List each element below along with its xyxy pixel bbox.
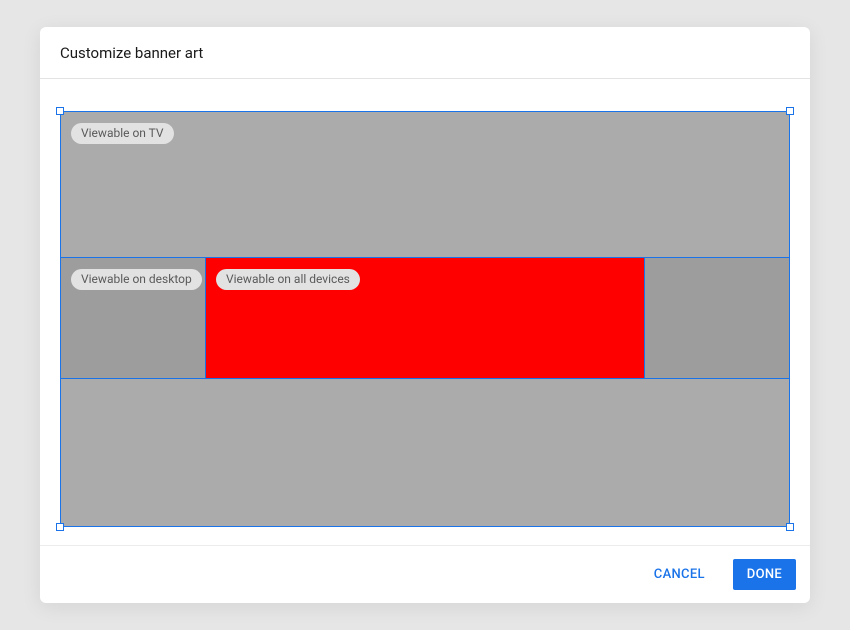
cancel-button[interactable]: CANCEL [640, 559, 719, 590]
all-devices-safe-zone: Viewable on all devices [205, 257, 645, 379]
crop-handle-top-left[interactable] [56, 107, 64, 115]
done-button[interactable]: DONE [733, 559, 796, 590]
all-devices-zone-label: Viewable on all devices [216, 269, 360, 290]
desktop-zone-label: Viewable on desktop [71, 269, 202, 290]
tv-zone-label: Viewable on TV [71, 123, 174, 144]
dialog-footer: CANCEL DONE [40, 545, 810, 603]
crop-handle-bottom-right[interactable] [786, 523, 794, 531]
crop-handle-top-right[interactable] [786, 107, 794, 115]
customize-banner-dialog: Customize banner art Viewable on TV View… [40, 27, 810, 603]
dialog-title: Customize banner art [40, 27, 810, 79]
banner-crop-area[interactable]: Viewable on TV Viewable on desktop Viewa… [60, 111, 790, 527]
crop-handle-bottom-left[interactable] [56, 523, 64, 531]
